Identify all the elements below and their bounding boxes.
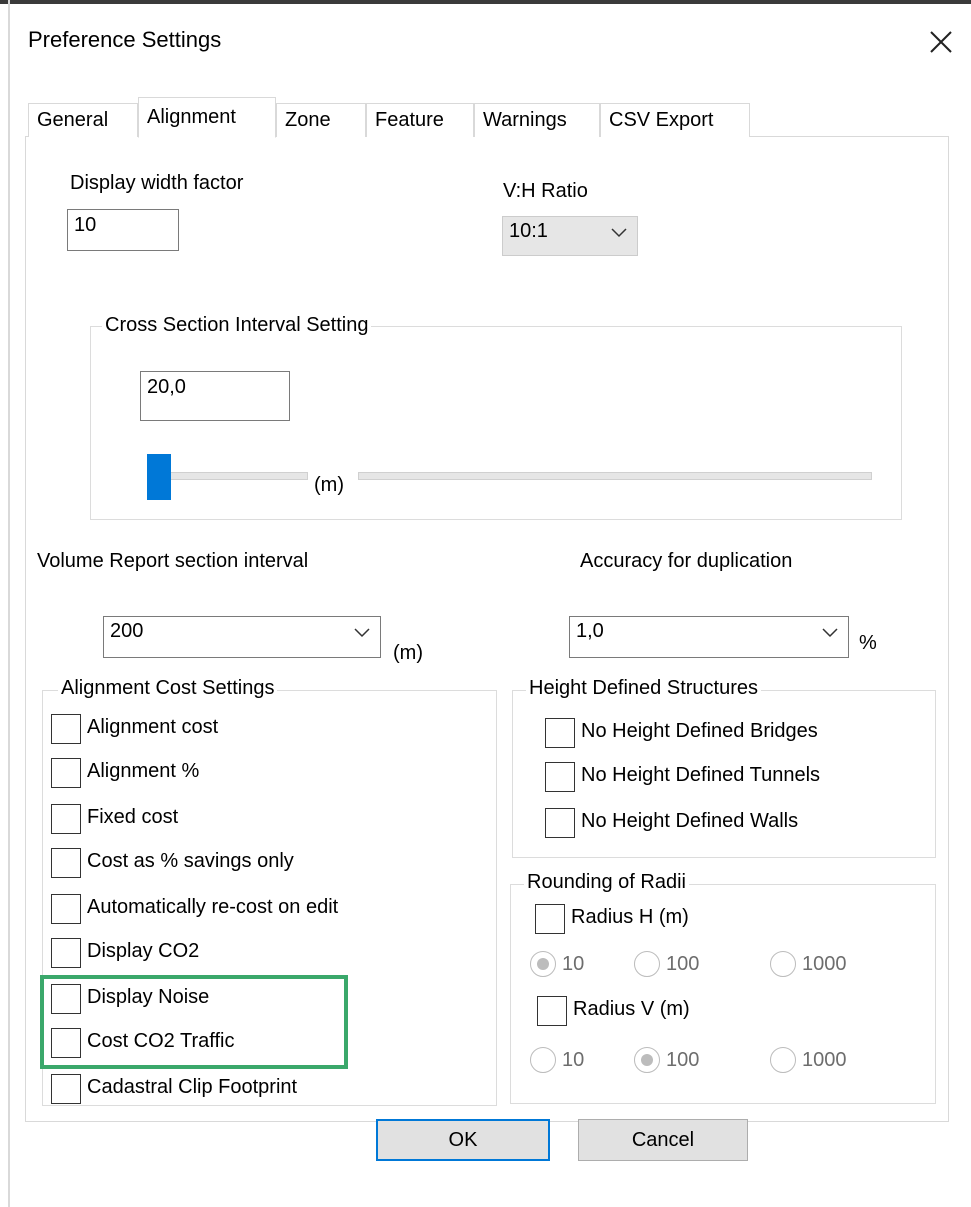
radio-h-10[interactable] (530, 951, 556, 977)
chevron-down-icon (354, 628, 370, 638)
checkbox-label: Radius V (m) (573, 998, 690, 1020)
tab-alignment[interactable]: Alignment (138, 97, 276, 138)
tab-csv-export[interactable]: CSV Export (600, 103, 750, 137)
vh-ratio-select[interactable]: 10:1 (502, 216, 638, 256)
checkbox-box[interactable] (545, 762, 575, 792)
checkbox-label: Cost CO2 Traffic (87, 1030, 235, 1052)
volume-report-select[interactable]: 200 (103, 616, 381, 658)
checkbox-box[interactable] (51, 714, 81, 744)
radio-v-1000[interactable] (770, 1047, 796, 1073)
checkbox-box[interactable] (51, 984, 81, 1014)
accuracy-select[interactable]: 1,0 (569, 616, 849, 658)
checkbox-label: Automatically re-cost on edit (87, 896, 339, 918)
radio-label: 100 (666, 953, 700, 975)
radius-v-options: 10 100 1000 (530, 1047, 930, 1077)
cross-section-group (90, 326, 902, 520)
radio-label: 1000 (802, 953, 847, 975)
checkbox-box[interactable] (535, 904, 565, 934)
checkbox-box[interactable] (545, 718, 575, 748)
tab-warnings[interactable]: Warnings (474, 103, 600, 137)
vh-ratio-label: V:H Ratio (503, 180, 588, 202)
window-border (8, 0, 10, 1207)
checkbox-label: No Height Defined Tunnels (581, 764, 821, 786)
checkbox-label: Alignment cost (87, 716, 219, 738)
checkbox-box[interactable] (51, 848, 81, 878)
tab-zone[interactable]: Zone (276, 103, 366, 137)
radio-h-1000[interactable] (770, 951, 796, 977)
checkbox-box[interactable] (545, 808, 575, 838)
cancel-button[interactable]: Cancel (578, 1119, 748, 1161)
cross-section-unit: (m) (314, 474, 344, 496)
cross-section-title: Cross Section Interval Setting (102, 314, 372, 337)
height-structures-title: Height Defined Structures (526, 677, 762, 700)
radio-v-10[interactable] (530, 1047, 556, 1073)
volume-report-unit: (m) (393, 642, 423, 664)
tab-general[interactable]: General (28, 103, 138, 137)
radio-label: 10 (562, 953, 585, 975)
checkbox-box[interactable] (51, 894, 81, 924)
checkbox-label: No Height Defined Bridges (581, 720, 818, 742)
checkbox-box[interactable] (51, 758, 81, 788)
ok-button[interactable]: OK (376, 1119, 550, 1161)
checkbox-box[interactable] (51, 938, 81, 968)
cross-section-slider-thumb[interactable] (147, 454, 171, 500)
checkbox-label: Radius H (m) (571, 906, 689, 928)
radius-h-options: 10 100 1000 (530, 951, 930, 981)
cost-settings-title: Alignment Cost Settings (58, 677, 278, 700)
checkbox-label: Alignment % (87, 760, 200, 782)
display-width-factor-input[interactable]: 10 (67, 209, 179, 251)
display-width-factor-label: Display width factor (70, 172, 244, 194)
chevron-down-icon (822, 628, 838, 638)
tab-feature[interactable]: Feature (366, 103, 474, 137)
radio-h-100[interactable] (634, 951, 660, 977)
slider-track-left[interactable] (148, 472, 308, 480)
checkbox-label: Cost as % savings only (87, 850, 294, 872)
radio-label: 1000 (802, 1049, 847, 1071)
radio-label: 100 (666, 1049, 700, 1071)
slider-track-right[interactable] (358, 472, 872, 480)
checkbox-box[interactable] (51, 804, 81, 834)
checkbox-label: Cadastral Clip Footprint (87, 1076, 298, 1098)
accuracy-unit: % (859, 632, 877, 654)
checkbox-box[interactable] (51, 1028, 81, 1058)
chevron-down-icon (611, 228, 627, 238)
window-title: Preference Settings (28, 27, 222, 52)
accuracy-value: 1,0 (576, 620, 604, 642)
checkbox-label: No Height Defined Walls (581, 810, 799, 832)
vh-ratio-value: 10:1 (509, 220, 548, 242)
cross-section-input[interactable]: 20,0 (140, 371, 290, 421)
checkbox-label: Display Noise (87, 986, 210, 1008)
checkbox-label: Display CO2 (87, 940, 200, 962)
checkbox-box[interactable] (51, 1074, 81, 1104)
radio-v-100[interactable] (634, 1047, 660, 1073)
radio-label: 10 (562, 1049, 585, 1071)
close-icon[interactable] (926, 27, 956, 57)
volume-report-label: Volume Report section interval (37, 550, 309, 572)
rounding-title: Rounding of Radii (524, 871, 689, 894)
checkbox-box[interactable] (537, 996, 567, 1026)
volume-report-value: 200 (110, 620, 144, 642)
checkbox-label: Fixed cost (87, 806, 179, 828)
window-top-edge (0, 0, 971, 4)
accuracy-label: Accuracy for duplication (580, 550, 793, 572)
